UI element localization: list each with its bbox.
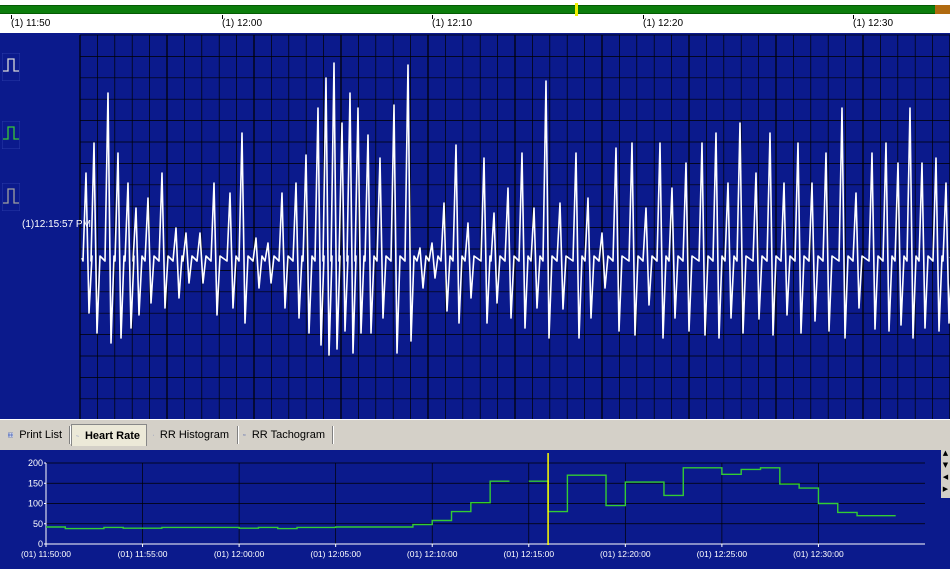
bar-histogram-icon xyxy=(153,434,154,436)
timeline-label: (1) 12:10 xyxy=(432,18,473,29)
wave-icon xyxy=(76,435,79,436)
ecg-waveform-svg[interactable] xyxy=(0,33,950,419)
y-tick-label: 100 xyxy=(28,499,43,509)
pulse-green-icon[interactable] xyxy=(2,121,20,149)
x-tick-label: (01) 11:55:00 xyxy=(118,549,168,559)
x-tick-label: (01) 12:25:00 xyxy=(697,549,748,559)
scroll-up-icon[interactable]: ▲ xyxy=(941,448,950,459)
x-tick-label: (01) 12:15:00 xyxy=(503,549,554,559)
y-tick-label: 0 xyxy=(38,539,43,549)
tab-print-list[interactable]: Print List xyxy=(4,425,68,445)
x-tick-label: (01) 12:20:00 xyxy=(600,549,651,559)
y-tick-label: 50 xyxy=(33,519,43,529)
pulse-gray-icon[interactable] xyxy=(2,183,20,211)
table-grid-icon xyxy=(8,432,14,438)
trend-axes: 0 50 100 150 200 (01) 11:50:00 (01) 11:55:00 (0… xyxy=(21,458,925,559)
tab-separator xyxy=(332,426,334,444)
scroll-down-icon[interactable]: ▼ xyxy=(941,460,950,471)
x-tick-label: (01) 12:05:00 xyxy=(310,549,361,559)
tab-rr-histogram[interactable]: RR Histogram xyxy=(149,425,235,445)
ecg-grid xyxy=(0,34,950,419)
tab-heart-rate[interactable]: Heart Rate xyxy=(71,424,147,446)
channel-strip xyxy=(0,33,22,419)
y-tick-label: 200 xyxy=(28,458,43,468)
x-tick-label: (01) 12:00:00 xyxy=(214,549,265,559)
trend-series xyxy=(46,467,896,530)
tab-label: Print List xyxy=(19,429,62,441)
ecg-cursor-time: (1)12:15:57 PM xyxy=(22,219,91,230)
tab-rr-tachogram[interactable]: RR Tachogram xyxy=(239,425,331,445)
tab-label: Heart Rate xyxy=(84,429,140,442)
heart-rate-chart[interactable]: 0 50 100 150 200 (01) 11:50:00 (01) 11:55:00 (0… xyxy=(0,450,950,569)
heart-rate-line xyxy=(528,467,896,517)
timeline-label: (1) 12:30 xyxy=(853,18,894,29)
y-tick-label: 150 xyxy=(28,478,43,488)
timeline-label: (1) 12:20 xyxy=(643,18,684,29)
pulse-white-icon[interactable] xyxy=(2,53,20,81)
trend-scroll-buttons: ▲ ▼ ◀ ▶ xyxy=(941,448,950,498)
scroll-right-icon[interactable]: ▶ xyxy=(941,484,950,495)
tab-label: RR Tachogram xyxy=(251,429,325,441)
x-tick-label: (01) 12:10:00 xyxy=(407,549,458,559)
tab-label: RR Histogram xyxy=(159,429,229,441)
scroll-left-icon[interactable]: ◀ xyxy=(941,472,950,483)
ecg-trace xyxy=(81,62,950,356)
ecg-waveform-panel[interactable]: (1)12:15:57 PM xyxy=(0,33,950,419)
timeline-label: (1) 11:50 xyxy=(11,18,51,29)
trend-grid xyxy=(45,462,925,545)
heart-rate-line xyxy=(46,480,510,530)
x-tick-label: (01) 11:50:00 xyxy=(21,549,71,559)
x-tick-label: (01) 12:30:00 xyxy=(793,549,844,559)
view-tabbar: Print List Heart Rate RR Histogram RR Ta… xyxy=(0,419,950,448)
timeline-labels: (1) 11:50 (1) 12:00 (1) 12:10 (1) 12:20 … xyxy=(0,0,950,32)
tachogram-icon xyxy=(243,434,246,436)
heart-rate-trend-panel[interactable]: 0 50 100 150 200 (01) 11:50:00 (01) 11:55:00 (0… xyxy=(0,450,950,569)
timeline-label: (1) 12:00 xyxy=(222,18,263,29)
